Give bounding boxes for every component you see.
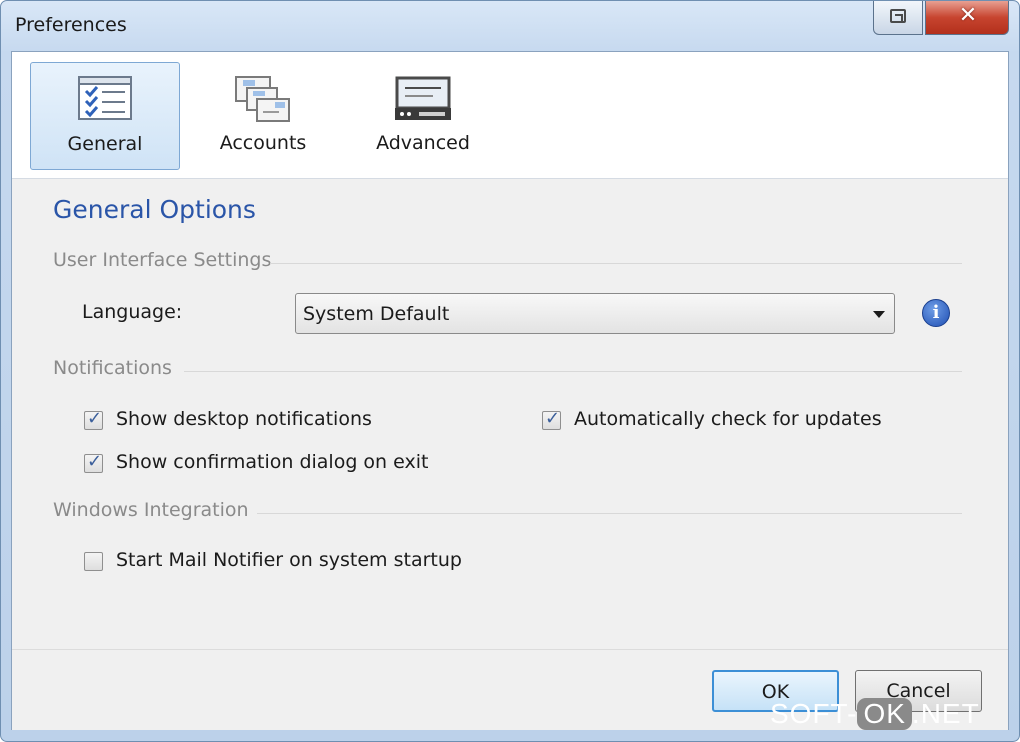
page-title: General Options: [53, 195, 256, 224]
checkbox-start-on-startup[interactable]: [84, 552, 103, 571]
tab-accounts[interactable]: Accounts: [188, 62, 338, 170]
title-bar[interactable]: Preferences ✕: [1, 1, 1019, 51]
watermark-left: SOFT-: [770, 698, 858, 729]
checkmark-icon: ✓: [87, 451, 103, 472]
general-options-panel: General Options User Interface Settings …: [12, 179, 1008, 649]
preferences-window: Preferences ✕ General Accounts Advanced …: [0, 0, 1020, 742]
device-icon: [395, 76, 451, 120]
section-divider: [257, 513, 962, 514]
tab-accounts-label: Accounts: [219, 132, 307, 154]
tab-advanced-label: Advanced: [376, 132, 470, 154]
close-icon: ✕: [958, 3, 978, 28]
close-button[interactable]: ✕: [925, 1, 1009, 35]
language-label: Language:: [82, 301, 183, 323]
tab-general-label: General: [67, 133, 143, 155]
checkbox-confirm-exit[interactable]: ✓: [84, 451, 103, 473]
checklist-icon: [78, 76, 132, 120]
section-title-windows-integration: Windows Integration: [53, 499, 249, 521]
checkbox-label-start-on-startup[interactable]: Start Mail Notifier on system startup: [116, 549, 462, 571]
section-title-user-interface: User Interface Settings: [53, 249, 272, 271]
window-title: Preferences: [15, 14, 127, 36]
tab-general[interactable]: General: [30, 62, 180, 170]
preferences-toolbar: General Accounts Advanced: [12, 52, 1008, 179]
checkmark-icon: ✓: [87, 408, 103, 429]
restore-button[interactable]: [873, 1, 923, 35]
language-select[interactable]: System Default: [295, 293, 895, 334]
restore-icon: [890, 9, 906, 23]
language-select-value: System Default: [303, 303, 450, 325]
section-divider: [270, 263, 962, 264]
checkmark-icon: ✓: [545, 408, 561, 429]
envelopes-icon: [235, 76, 290, 122]
watermark-right: .NET: [911, 698, 980, 729]
checkbox-check-updates[interactable]: ✓: [542, 408, 561, 430]
checkbox-desktop-notifications[interactable]: ✓: [84, 408, 103, 430]
info-icon[interactable]: i: [922, 299, 950, 327]
tab-advanced[interactable]: Advanced: [348, 62, 498, 170]
watermark-mid: OK: [857, 698, 912, 730]
section-divider: [184, 371, 962, 372]
chevron-down-icon[interactable]: [873, 311, 885, 318]
checkbox-label-confirm-exit[interactable]: Show confirmation dialog on exit: [116, 451, 428, 473]
watermark: SOFT- OK .NET: [770, 698, 1015, 738]
checkbox-label-check-updates[interactable]: Automatically check for updates: [574, 408, 882, 430]
dialog-client-area: General Accounts Advanced General Option…: [11, 51, 1009, 730]
checkbox-label-desktop-notifications[interactable]: Show desktop notifications: [116, 408, 372, 430]
section-title-notifications: Notifications: [53, 357, 172, 379]
